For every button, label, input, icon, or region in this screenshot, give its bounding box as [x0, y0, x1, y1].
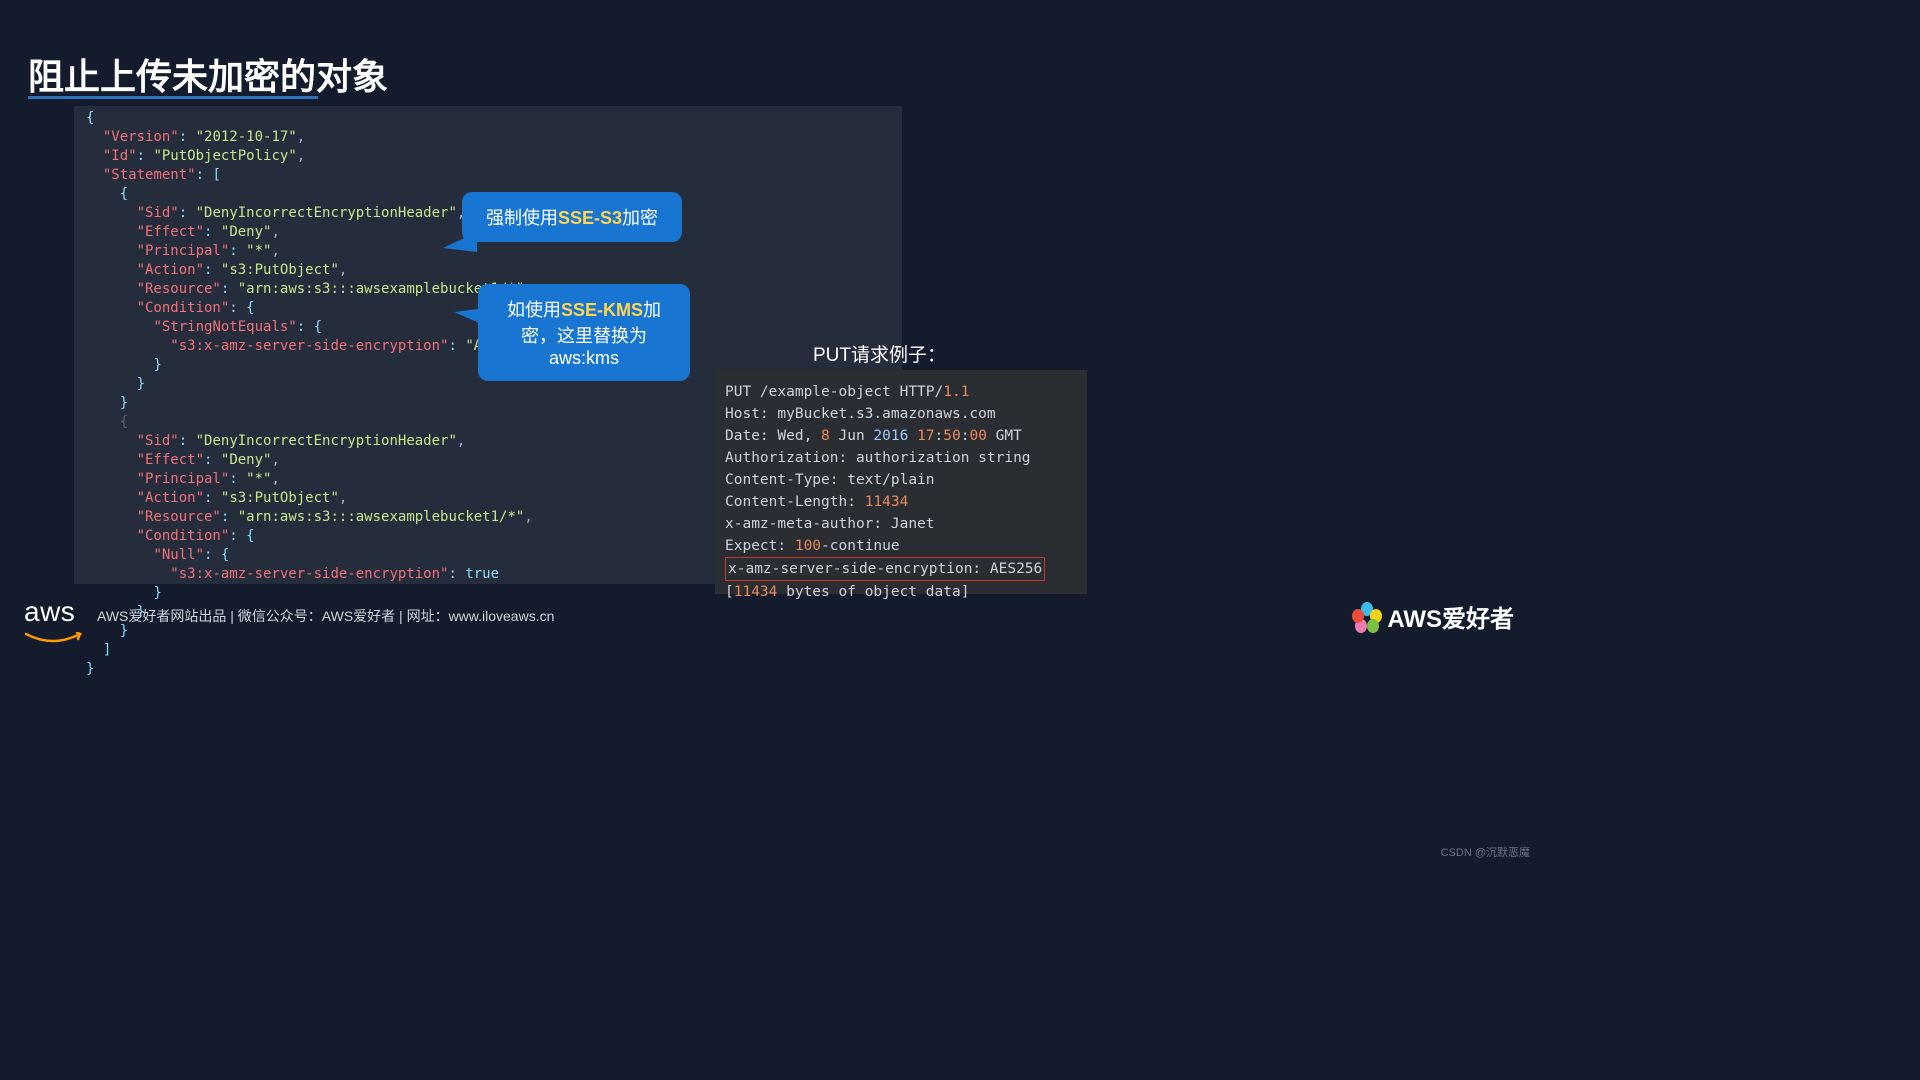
callout-1-pre: 强制使用 [486, 208, 558, 228]
callout-sse-kms: 如使用SSE-KMS加密，这里替换为 aws:kms [478, 284, 690, 381]
callout-1-post: 加密 [622, 208, 658, 228]
callout-sse-s3: 强制使用SSE-S3加密 [462, 192, 682, 242]
page-title: 阻止上传未加密的对象 [28, 48, 388, 100]
callout-2-highlight: SSE-KMS [561, 300, 643, 320]
flower-icon [1353, 603, 1381, 631]
aws-logo-text: aws [24, 596, 75, 628]
callout-1-highlight: SSE-S3 [558, 208, 622, 228]
title-underline [28, 96, 318, 99]
request-example-label: PUT请求例子： [813, 340, 946, 367]
csdn-watermark: CSDN @沉默恶魔 [1441, 844, 1530, 860]
callout-2-pre: 如使用 [507, 300, 561, 320]
brand-badge: AWS爱好者 [1353, 599, 1514, 634]
request-example-panel: PUT /example-object HTTP/1.1Host: myBuck… [715, 370, 1087, 594]
footer-attribution: AWS爱好者网站出品 | 微信公众号：AWS爱好者 | 网址：www.ilove… [97, 606, 554, 626]
aws-logo-smile [24, 632, 82, 646]
brand-text: AWS爱好者 [1387, 599, 1514, 634]
